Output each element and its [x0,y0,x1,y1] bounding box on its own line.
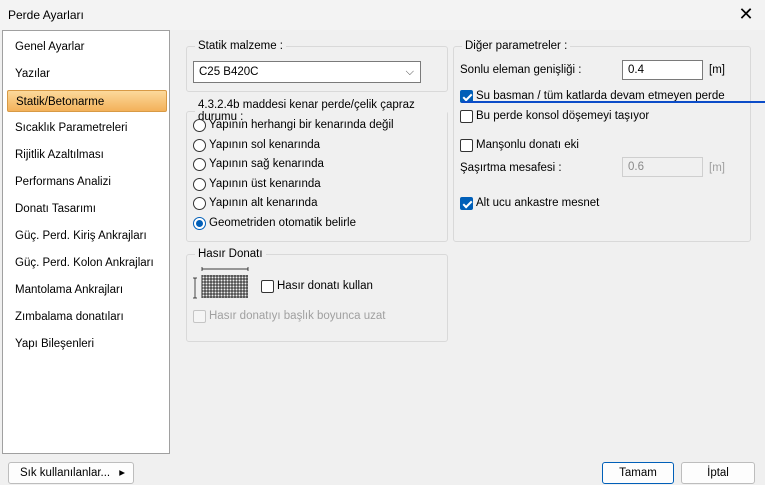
checkbox-checked-icon[interactable] [460,197,473,210]
perde-settings-dialog: Perde Ayarları ✕ Genel Ayarlar Yazılar S… [0,0,765,485]
checkbox-label: Bu perde konsol döşemeyi taşıyor [476,110,650,122]
focus-indicator [462,101,765,103]
radio-label: Yapının alt kenarında [209,197,318,209]
static-material-legend: Statik malzeme : [198,40,283,52]
sidebar-item-yazilar[interactable]: Yazılar [7,63,167,85]
radio-icon[interactable] [193,178,206,191]
checkbox-icon[interactable] [460,110,473,123]
sidebar-item-mantolama-ankrajlari[interactable]: Mantolama Ankrajları [7,279,167,301]
sidebar-item-performans-analizi[interactable]: Performans Analizi [7,171,167,193]
mesh-reinforcement-icon [193,267,249,299]
chevron-down-icon: ⌵ [405,66,414,78]
sidebar-item-statik-betonarme[interactable]: Statik/Betonarme [7,90,167,112]
sidebar-item-yapi-bilesenleri[interactable]: Yapı Bileşenleri [7,333,167,355]
material-select-value: C25 B420C [199,66,259,78]
close-icon[interactable]: ✕ [735,4,757,26]
settings-category-list: Genel Ayarlar Yazılar Statik/Betonarme S… [2,30,170,454]
checkbox-label: Hasır donatı kullan [277,280,373,292]
window-title: Perde Ayarları [8,8,84,22]
material-select[interactable]: C25 B420C ⌵ [193,61,421,83]
checkbox-disabled-icon[interactable] [193,310,206,323]
radio-checked-icon[interactable] [193,217,206,230]
radio-label: Yapının herhangi bir kenarında değil [209,119,394,131]
mesh-legend: Hasır Donatı [198,248,263,260]
sidebar-item-kolon-ankrajlari[interactable]: Güç. Perd. Kolon Ankrajları [7,252,167,274]
offset-distance-label: Şaşırtma mesafesi : [460,162,562,174]
radio-label: Yapının sol kenarında [209,139,321,151]
title-bar: Perde Ayarları ✕ [0,0,765,30]
sidebar-item-zimbalama-donatilari[interactable]: Zımbalama donatıları [7,306,167,328]
radio-icon[interactable] [193,158,206,171]
sidebar-item-donati-tasarimi[interactable]: Donatı Tasarımı [7,198,167,220]
element-width-input[interactable]: 0.4 [622,60,703,80]
favorites-label: Sık kullanılanlar... [20,467,111,479]
chevron-right-icon: ▸ [119,467,125,479]
radio-label: Geometriden otomatik belirle [209,217,357,229]
offset-distance-input[interactable]: 0.6 [622,157,703,177]
other-parameters-legend: Diğer parametreler : [465,40,568,52]
checkbox-icon[interactable] [460,139,473,152]
offset-distance-unit: [m] [709,162,725,174]
sidebar-item-kiris-ankrajlari[interactable]: Güç. Perd. Kiriş Ankrajları [7,225,167,247]
checkbox-label: Manşonlu donatı eki [476,139,579,151]
radio-icon[interactable] [193,139,206,152]
checkbox-label: Hasır donatıyı başlık boyunca uzat [209,310,386,322]
checkbox-icon[interactable] [261,280,274,293]
cancel-button[interactable]: İptal [681,462,755,484]
radio-icon[interactable] [193,119,206,132]
radio-label: Yapının sağ kenarında [209,158,324,170]
favorites-button[interactable]: Sık kullanılanlar... ▸ [8,462,134,484]
checkbox-label: Alt ucu ankastre mesnet [476,197,600,209]
element-width-unit: [m] [709,64,725,76]
sidebar-item-rijitlik-azaltilmasi[interactable]: Rijitlik Azaltılması [7,144,167,166]
radio-icon[interactable] [193,197,206,210]
sidebar-item-sicaklik-parametreleri[interactable]: Sıcaklık Parametreleri [7,117,167,139]
radio-label: Yapının üst kenarında [209,178,321,190]
ok-button[interactable]: Tamam [602,462,674,484]
element-width-label: Sonlu eleman genişliği : [460,64,582,76]
sidebar-item-genel-ayarlar[interactable]: Genel Ayarlar [7,36,167,58]
